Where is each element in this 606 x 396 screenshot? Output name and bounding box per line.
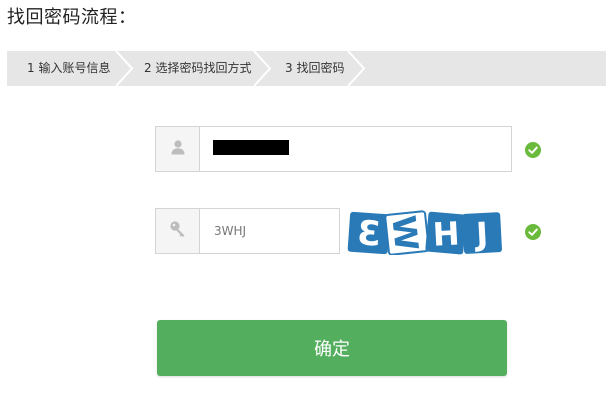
svg-text:W: W bbox=[384, 214, 425, 253]
redacted-account-value bbox=[213, 140, 289, 155]
step-separator-chevron-icon bbox=[252, 51, 272, 86]
step-3: 3 找回密码 bbox=[285, 61, 345, 75]
step-separator-chevron-icon bbox=[114, 51, 134, 86]
step-1: 1 输入账号信息 bbox=[27, 61, 111, 75]
key-icon bbox=[169, 220, 187, 242]
page-title: 找回密码流程： bbox=[7, 7, 137, 28]
captcha-image[interactable]: 3 W H J bbox=[347, 207, 505, 255]
step-progress-bar: 1 输入账号信息 2 选择密码找回方式 3 找回密码 bbox=[7, 51, 606, 86]
captcha-input-value: 3WHJ bbox=[214, 224, 247, 238]
confirm-button[interactable]: 确定 bbox=[157, 320, 507, 376]
user-icon bbox=[170, 139, 186, 159]
captcha-field-addon bbox=[156, 209, 200, 253]
step-separator-chevron-icon bbox=[346, 51, 366, 86]
svg-text:H: H bbox=[432, 214, 461, 253]
account-field-addon bbox=[156, 127, 200, 171]
svg-text:3: 3 bbox=[356, 213, 382, 255]
captcha-valid-check-icon bbox=[525, 224, 541, 240]
captcha-field[interactable]: 3WHJ bbox=[155, 208, 340, 254]
step-2: 2 选择密码找回方式 bbox=[144, 61, 252, 75]
account-field[interactable] bbox=[155, 126, 512, 172]
account-valid-check-icon bbox=[525, 142, 541, 158]
find-password-page: 找回密码流程： 1 输入账号信息 2 选择密码找回方式 3 找回密码 3WHJ … bbox=[0, 0, 606, 396]
